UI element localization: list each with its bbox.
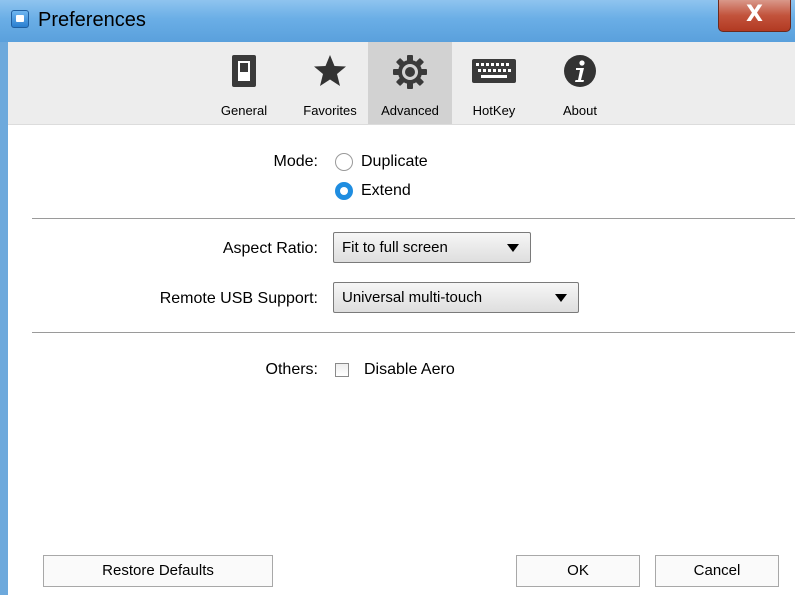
duplicate-radio[interactable] (335, 153, 353, 171)
chevron-down-icon (555, 294, 567, 302)
tab-hotkey[interactable]: HotKey (456, 42, 532, 124)
app-icon (11, 10, 29, 28)
window-title: Preferences (38, 9, 146, 31)
remote-usb-label: Remote USB Support: (159, 290, 318, 307)
switch-icon (232, 55, 256, 87)
cancel-button[interactable]: Cancel (655, 555, 779, 587)
section-divider (32, 332, 795, 333)
aspect-ratio-value: Fit to full screen (342, 239, 448, 256)
disable-aero-checkbox[interactable] (335, 363, 349, 377)
remote-usb-select[interactable]: Universal multi-touch (333, 282, 579, 313)
tab-hotkey-label: HotKey (472, 103, 516, 118)
gear-icon (393, 55, 427, 89)
tab-favorites-label: Favorites (303, 103, 357, 118)
others-label: Others: (265, 361, 318, 378)
remote-usb-value: Universal multi-touch (342, 289, 483, 306)
tab-about[interactable]: About (542, 42, 618, 124)
close-button[interactable]: X (718, 0, 791, 32)
extend-label[interactable]: Extend (361, 182, 411, 200)
mode-label: Mode: (273, 153, 318, 170)
info-icon (564, 55, 596, 87)
title-bar[interactable]: Preferences X (0, 0, 795, 42)
disable-aero-label[interactable]: Disable Aero (364, 361, 455, 379)
star-icon (314, 55, 346, 86)
restore-defaults-button[interactable]: Restore Defaults (43, 555, 273, 587)
tab-favorites[interactable]: Favorites (292, 42, 368, 124)
extend-radio[interactable] (335, 182, 353, 200)
tab-about-label: About (563, 103, 597, 118)
duplicate-label[interactable]: Duplicate (361, 153, 428, 171)
tab-general-label: General (220, 103, 268, 118)
preferences-window: Preferences X General Favorites Advanced… (0, 0, 795, 595)
aspect-ratio-select[interactable]: Fit to full screen (333, 232, 531, 263)
tab-advanced[interactable]: Advanced (368, 42, 452, 124)
keyboard-icon (472, 59, 516, 83)
ok-button[interactable]: OK (516, 555, 640, 587)
aspect-ratio-label: Aspect Ratio: (222, 240, 318, 257)
chevron-down-icon (507, 244, 519, 252)
tab-general[interactable]: General (206, 42, 282, 124)
preferences-toolbar: General Favorites Advanced HotKey About (8, 42, 795, 125)
dialog-content: General Favorites Advanced HotKey About … (8, 42, 795, 595)
section-divider (32, 218, 795, 219)
tab-advanced-label: Advanced (381, 103, 439, 118)
